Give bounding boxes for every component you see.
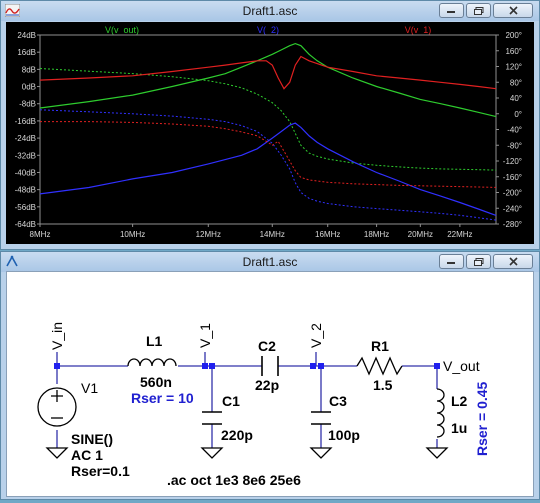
schematic-window: Draft1.asc V_in V_1 V_2 V_out V1 SINE() …	[0, 251, 540, 500]
l2-rser: Rser = 0.45	[474, 381, 490, 456]
phase-tick-label: 40°	[510, 94, 522, 103]
v1-ac: AC 1	[71, 447, 103, 463]
y-tick-label: -56dB	[15, 203, 36, 212]
l2-name: L2	[451, 393, 468, 409]
net-label-v-1[interactable]: V_1	[197, 323, 213, 348]
y-tick-label: -48dB	[15, 186, 36, 195]
minimize-icon	[447, 11, 455, 13]
r1-value: 1.5	[373, 377, 393, 393]
minimize-button[interactable]	[439, 3, 464, 18]
y-tick-label: 24dB	[17, 31, 36, 40]
x-tick-label: 12MHz	[196, 230, 221, 239]
phase-curve-0[interactable]	[39, 68, 497, 171]
legend-v-1[interactable]: V(v_1)	[405, 25, 432, 35]
c2-name: C2	[258, 338, 276, 354]
c1-value: 220p	[221, 427, 253, 443]
y-tick-label: -32dB	[15, 151, 36, 160]
close-button[interactable]	[493, 3, 533, 18]
phase-curve-2[interactable]	[40, 121, 497, 188]
y-tick-label: 0dB	[22, 83, 36, 92]
c2-value: 22p	[255, 377, 279, 393]
inductor-l1[interactable]	[127, 358, 177, 367]
plot-area-frame	[39, 34, 497, 225]
schematic-canvas[interactable]: V_in V_1 V_2 V_out V1 SINE() AC 1 Rser=0…	[6, 271, 534, 497]
restore-button[interactable]	[466, 254, 491, 269]
voltage-source-v1[interactable]	[37, 387, 77, 427]
v1-name: V1	[81, 380, 98, 396]
y-tick-label: -64dB	[15, 220, 36, 229]
waveform-plot[interactable]: V(v_out) V(_2) V(v_1) 24dB 16dB 8dB 0dB -8dB…	[6, 22, 534, 244]
y-tick-label: 16dB	[17, 48, 36, 57]
inductor-l2[interactable]	[436, 388, 445, 438]
v1-waveform: SINE()	[71, 431, 113, 447]
y-tick-label: -16dB	[15, 117, 36, 126]
x-tick-label: 8MHz	[30, 230, 51, 239]
l2-value: 1u	[451, 420, 467, 436]
schematic-titlebar[interactable]: Draft1.asc	[1, 252, 539, 272]
phase-tick-label: -160°	[503, 173, 522, 182]
magnitude-curve-1[interactable]	[39, 122, 497, 216]
restore-icon	[473, 257, 483, 266]
legend-v-out[interactable]: V(v_out)	[105, 25, 139, 35]
phase-tick-label: 200°	[505, 31, 522, 40]
l1-name: L1	[146, 333, 163, 349]
capacitor-c2[interactable]	[261, 356, 279, 376]
x-tick-label: 22MHz	[447, 230, 472, 239]
c1-name: C1	[222, 393, 240, 409]
close-button[interactable]	[493, 254, 533, 269]
capacitor-c3[interactable]	[311, 411, 331, 425]
phase-tick-label: 120°	[505, 63, 522, 72]
x-tick-label: 18MHz	[364, 230, 389, 239]
l1-value: 560n	[140, 374, 172, 390]
ground-symbols	[45, 447, 449, 459]
close-icon	[508, 6, 518, 15]
phase-tick-label: -200°	[503, 189, 522, 198]
r1-name: R1	[371, 338, 389, 354]
x-tick-label: 14MHz	[260, 230, 285, 239]
phase-tick-label: -240°	[503, 204, 522, 213]
v1-rser: Rser=0.1	[71, 463, 130, 479]
y-tick-label: -40dB	[15, 168, 36, 177]
y-tick-label: -24dB	[15, 134, 36, 143]
l1-rser: Rser = 10	[131, 390, 194, 406]
minimize-icon	[447, 262, 455, 264]
phase-curve-1[interactable]	[39, 109, 497, 221]
bode-plot[interactable]: V(v_out) V(_2) V(v_1) 24dB 16dB 8dB 0dB -8dB…	[6, 22, 534, 244]
phase-tick-label: -280°	[503, 220, 522, 229]
x-tick-label: 16MHz	[315, 230, 340, 239]
x-tick-label: 10MHz	[120, 230, 145, 239]
phase-tick-label: 0°	[514, 110, 522, 119]
minimize-button[interactable]	[439, 254, 464, 269]
phase-tick-label: -40°	[507, 126, 522, 135]
legend-v-2[interactable]: V(_2)	[257, 25, 279, 35]
plot-window: Draft1.asc V(v_out) V(_2) V(v_1) 24dB 16d…	[0, 0, 540, 250]
c3-name: C3	[329, 393, 347, 409]
c3-value: 100p	[328, 427, 360, 443]
capacitor-c1[interactable]	[202, 411, 222, 425]
plot-titlebar[interactable]: Draft1.asc	[1, 1, 539, 21]
restore-icon	[473, 6, 483, 15]
schematic-drawing[interactable]: V_in V_1 V_2 V_out V1 SINE() AC 1 Rser=0…	[7, 272, 535, 498]
x-tick-label: 20MHz	[408, 230, 433, 239]
net-label-v-in[interactable]: V_in	[49, 322, 65, 350]
phase-tick-label: -120°	[503, 157, 522, 166]
y-tick-label: 8dB	[22, 65, 36, 74]
spice-directive[interactable]: .ac oct 1e3 8e6 25e6	[167, 472, 301, 488]
close-icon	[508, 257, 518, 266]
phase-tick-label: 80°	[510, 78, 522, 87]
net-label-v-2[interactable]: V_2	[308, 323, 324, 348]
phase-tick-label: 160°	[505, 47, 522, 56]
resistor-r1[interactable]	[356, 356, 403, 376]
restore-button[interactable]	[466, 3, 491, 18]
magnitude-curve-0[interactable]	[39, 42, 497, 118]
net-label-v-out[interactable]: V_out	[443, 358, 480, 374]
y-tick-label: -8dB	[19, 100, 36, 109]
phase-tick-label: -80°	[507, 141, 522, 150]
